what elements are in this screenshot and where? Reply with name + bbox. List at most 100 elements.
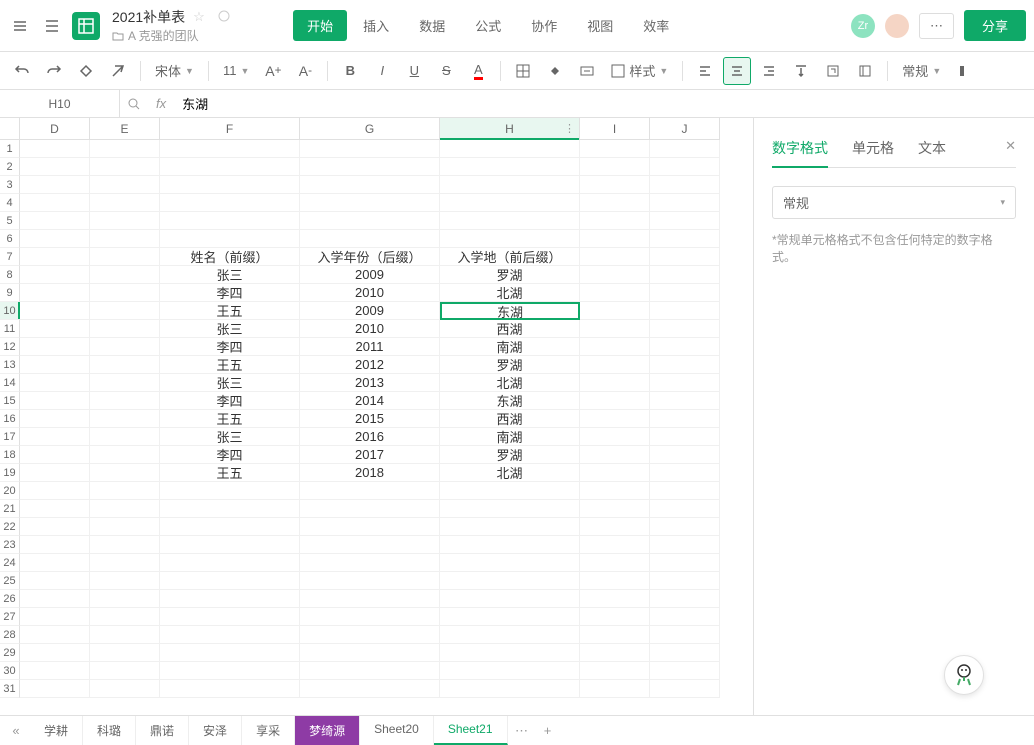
row-header-3[interactable]: 3 xyxy=(0,176,20,194)
cell[interactable] xyxy=(650,482,720,500)
cell[interactable] xyxy=(90,680,160,698)
cell[interactable] xyxy=(580,536,650,554)
cell[interactable] xyxy=(90,158,160,176)
cell[interactable] xyxy=(440,230,580,248)
cell[interactable] xyxy=(440,140,580,158)
increase-font-icon[interactable]: A+ xyxy=(259,57,287,85)
cell[interactable] xyxy=(20,374,90,392)
cell[interactable] xyxy=(160,140,300,158)
row-header-12[interactable]: 12 xyxy=(0,338,20,356)
cell[interactable] xyxy=(650,248,720,266)
cell[interactable] xyxy=(160,518,300,536)
cell[interactable] xyxy=(580,644,650,662)
font-select[interactable]: 宋体▼ xyxy=(149,57,200,85)
bold-icon[interactable]: B xyxy=(336,57,364,85)
cell[interactable] xyxy=(440,680,580,698)
cell[interactable]: 2009 xyxy=(300,266,440,284)
cell[interactable] xyxy=(20,608,90,626)
cell[interactable] xyxy=(440,194,580,212)
menu-tab-2[interactable]: 数据 xyxy=(405,10,459,41)
cell[interactable] xyxy=(160,536,300,554)
italic-icon[interactable]: I xyxy=(368,57,396,85)
cell[interactable]: 北湖 xyxy=(440,464,580,482)
cell[interactable] xyxy=(90,464,160,482)
cell[interactable] xyxy=(300,482,440,500)
row-header-9[interactable]: 9 xyxy=(0,284,20,302)
cell[interactable] xyxy=(440,644,580,662)
cell[interactable] xyxy=(580,410,650,428)
cell[interactable] xyxy=(440,554,580,572)
menu-tab-5[interactable]: 视图 xyxy=(573,10,627,41)
col-header-G[interactable]: G xyxy=(300,118,440,140)
cell[interactable] xyxy=(20,662,90,680)
row-header-7[interactable]: 7 xyxy=(0,248,20,266)
list-icon[interactable] xyxy=(40,14,64,38)
bookmark-icon[interactable] xyxy=(217,9,233,25)
cell[interactable] xyxy=(580,212,650,230)
col-header-H[interactable]: H⋮ xyxy=(440,118,580,140)
cell[interactable] xyxy=(440,608,580,626)
row-header-6[interactable]: 6 xyxy=(0,230,20,248)
sheet-tab-6[interactable]: Sheet20 xyxy=(360,716,434,745)
search-icon[interactable] xyxy=(120,97,148,111)
cell[interactable] xyxy=(20,626,90,644)
cell[interactable] xyxy=(580,572,650,590)
cell[interactable] xyxy=(650,410,720,428)
col-header-F[interactable]: F xyxy=(160,118,300,140)
number-format-select[interactable]: 常规▼ xyxy=(896,57,947,85)
row-header-26[interactable]: 26 xyxy=(0,590,20,608)
cell[interactable]: 南湖 xyxy=(440,338,580,356)
cell[interactable]: 入学地（前后缀） xyxy=(440,248,580,266)
cell[interactable] xyxy=(650,680,720,698)
sheet-tab-3[interactable]: 安泽 xyxy=(189,716,242,745)
cell[interactable] xyxy=(20,536,90,554)
cell[interactable] xyxy=(440,626,580,644)
col-header-J[interactable]: J xyxy=(650,118,720,140)
row-header-13[interactable]: 13 xyxy=(0,356,20,374)
cell[interactable] xyxy=(580,392,650,410)
cell[interactable] xyxy=(650,320,720,338)
cell[interactable]: 张三 xyxy=(160,320,300,338)
cell[interactable] xyxy=(20,518,90,536)
cell[interactable] xyxy=(650,626,720,644)
spreadsheet-grid[interactable]: DEFGH⋮IJ1234567姓名（前缀）入学年份（后缀）入学地（前后缀）8张三… xyxy=(0,118,753,698)
cell[interactable] xyxy=(90,446,160,464)
cell[interactable] xyxy=(300,590,440,608)
cell[interactable] xyxy=(650,140,720,158)
cell[interactable] xyxy=(20,266,90,284)
row-header-22[interactable]: 22 xyxy=(0,518,20,536)
cell[interactable] xyxy=(300,140,440,158)
cell[interactable] xyxy=(20,320,90,338)
document-title[interactable]: 2021补单表 xyxy=(112,7,185,27)
cell[interactable] xyxy=(90,320,160,338)
cell[interactable]: 2013 xyxy=(300,374,440,392)
cell[interactable] xyxy=(20,302,90,320)
cell[interactable]: 南湖 xyxy=(440,428,580,446)
cell[interactable] xyxy=(300,608,440,626)
cell[interactable] xyxy=(160,230,300,248)
cell[interactable] xyxy=(580,464,650,482)
menu-tab-3[interactable]: 公式 xyxy=(461,10,515,41)
cell[interactable] xyxy=(20,590,90,608)
font-color-icon[interactable]: A xyxy=(464,57,492,85)
cell[interactable]: 姓名（前缀） xyxy=(160,248,300,266)
cell[interactable] xyxy=(160,500,300,518)
decrease-font-icon[interactable]: A- xyxy=(291,57,319,85)
cell[interactable] xyxy=(580,608,650,626)
cell[interactable] xyxy=(300,626,440,644)
cell[interactable]: 东湖 xyxy=(440,392,580,410)
cell[interactable] xyxy=(300,644,440,662)
cell[interactable] xyxy=(650,158,720,176)
sheet-add-icon[interactable]: + xyxy=(536,719,560,743)
align-center-icon[interactable] xyxy=(723,57,751,85)
cell[interactable] xyxy=(20,446,90,464)
cell[interactable] xyxy=(440,536,580,554)
cell[interactable] xyxy=(90,338,160,356)
cell[interactable] xyxy=(160,554,300,572)
cell[interactable]: 北湖 xyxy=(440,284,580,302)
cell[interactable] xyxy=(20,158,90,176)
row-header-16[interactable]: 16 xyxy=(0,410,20,428)
panel-tab-2[interactable]: 文本 xyxy=(918,130,946,167)
row-header-19[interactable]: 19 xyxy=(0,464,20,482)
sheet-prev-icon[interactable]: « xyxy=(4,719,28,743)
